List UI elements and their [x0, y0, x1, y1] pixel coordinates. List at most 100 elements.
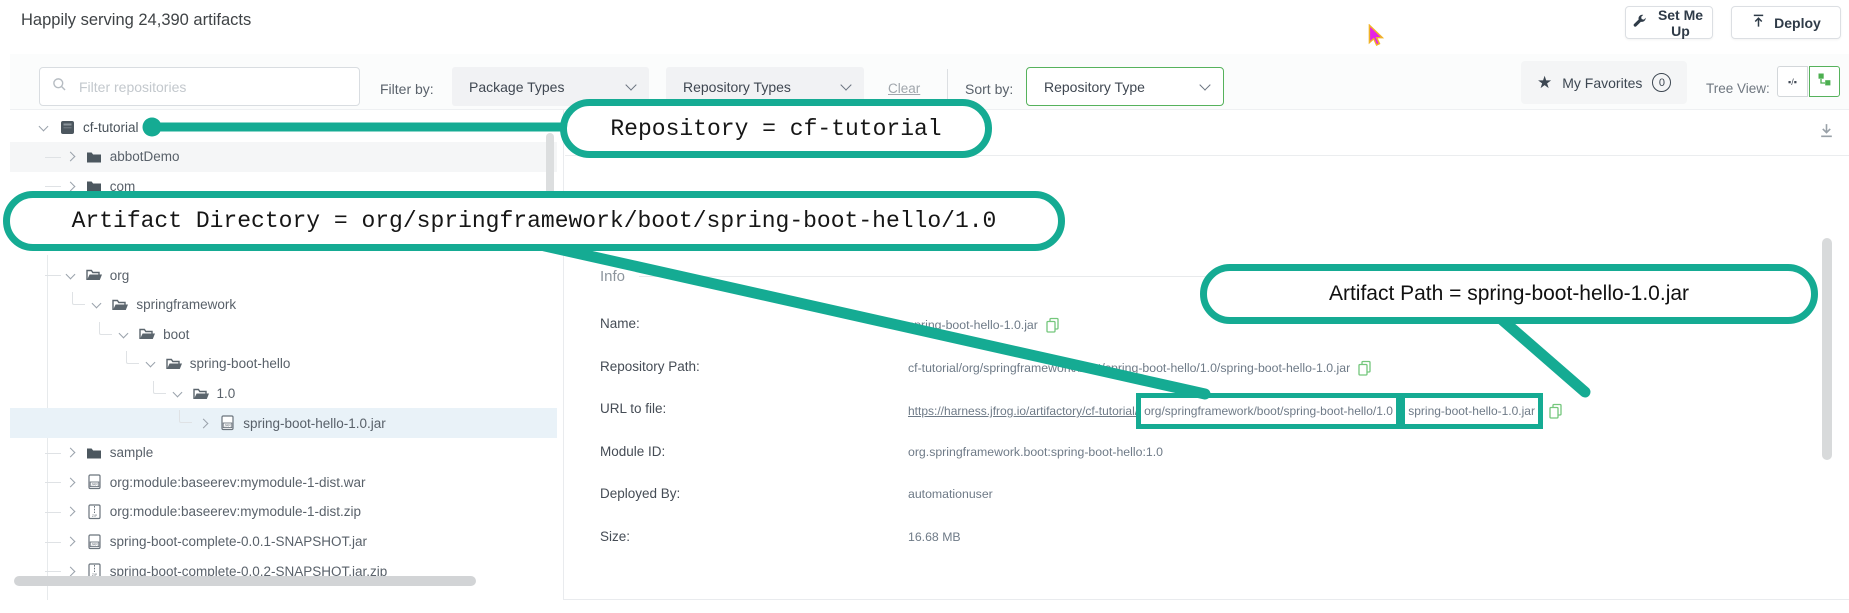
deploy-button[interactable]: Deploy: [1731, 6, 1841, 39]
chevron-down-icon[interactable]: [92, 299, 102, 309]
svg-text:JAR: JAR: [91, 542, 98, 546]
my-favorites-button[interactable]: ★ My Favorites 0: [1521, 61, 1687, 104]
artifact-directory-callout: Artifact Directory = org/springframework…: [3, 191, 1065, 251]
jar-file-icon: JAR: [219, 415, 236, 432]
chevron-right-icon[interactable]: [65, 152, 75, 162]
tree-horizontal-scrollbar[interactable]: [14, 576, 476, 586]
chevron-right-icon[interactable]: [65, 507, 75, 517]
tree-item[interactable]: cf-tutorial: [10, 112, 557, 142]
clear-filters-link[interactable]: Clear: [888, 81, 920, 96]
folder-icon: [86, 444, 103, 461]
set-me-up-label: Set Me Up: [1655, 7, 1706, 39]
tree-item-label: springframework: [136, 297, 236, 312]
tree-item[interactable]: spring-boot-hello: [10, 349, 557, 379]
tree-item-label: cf-tutorial: [83, 120, 139, 135]
tree-connector: [99, 322, 112, 335]
chevron-down-icon[interactable]: [172, 388, 182, 398]
jar-file-icon: JAR: [86, 533, 103, 550]
tree-item-label: spring-boot-hello-1.0.jar: [243, 416, 386, 431]
tree-item-label: spring-boot-complete-0.0.1-SNAPSHOT.jar: [110, 534, 367, 549]
tree-item-label: 1.0: [217, 386, 236, 401]
sort-by-label: Sort by:: [965, 81, 1013, 97]
flat-view-icon: ▪/▪: [1788, 77, 1797, 87]
tree-item[interactable]: 1.0: [10, 379, 557, 409]
chevron-down-icon[interactable]: [39, 121, 49, 131]
tree-connector: [126, 351, 139, 364]
wrench-icon: [1632, 14, 1647, 32]
folder-icon: [86, 148, 103, 165]
flat-view-toggle[interactable]: ▪/▪: [1777, 66, 1808, 97]
chevron-right-icon[interactable]: [65, 537, 75, 547]
artifact-path-highlight-box: spring-boot-hello-1.0.jar: [1400, 393, 1543, 429]
search-input[interactable]: [77, 78, 347, 96]
field-label: Repository Path:: [600, 359, 700, 374]
tree-item[interactable]: boot: [10, 320, 557, 350]
tree-connector: [45, 157, 61, 158]
jar-file-icon: JAR: [86, 474, 103, 491]
artifact-directory-highlight-box: org/springframework/boot/spring-boot-hel…: [1136, 393, 1401, 429]
info-field-row: Repository Path: cf-tutorial/org/springfr…: [600, 359, 1830, 379]
tree-item[interactable]: sample: [10, 438, 557, 468]
sort-by-dropdown[interactable]: Repository Type: [1026, 67, 1224, 106]
chevron-right-icon[interactable]: [65, 181, 75, 191]
download-icon[interactable]: [1818, 122, 1835, 144]
repository-tree-panel: cf-tutorialabbotDemocomorgspringframewor…: [10, 110, 564, 600]
tree-item-label: org:module:baseerev:mymodule-1-dist.zip: [110, 504, 361, 519]
filter-by-label: Filter by:: [380, 81, 434, 97]
tree-item[interactable]: JAR spring-boot-hello-1.0.jar: [10, 408, 557, 438]
chevron-right-icon[interactable]: [199, 418, 209, 428]
favorites-count-badge: 0: [1652, 73, 1671, 92]
copy-icon[interactable]: [1357, 360, 1372, 376]
field-value: spring-boot-hello-1.0.jar: [908, 317, 1060, 333]
chevron-down-icon[interactable]: [119, 328, 129, 338]
field-value-text: org.springframework.boot:spring-boot-hel…: [908, 445, 1163, 459]
tree-item-label: spring-boot-hello: [190, 356, 291, 371]
tree-connector: [45, 482, 61, 483]
folder-open-icon: [86, 267, 103, 284]
info-field-row: URL to file: https://harness.jfrog.io/art…: [600, 401, 1830, 421]
folder-open-icon: [166, 355, 183, 372]
file-url-link[interactable]: https://harness.jfrog.io/artifactory/cf-…: [908, 402, 1541, 420]
field-label: Size:: [600, 529, 630, 544]
tree-connector: [45, 453, 61, 454]
repo-icon: [59, 119, 76, 136]
set-me-up-button[interactable]: Set Me Up: [1625, 6, 1713, 39]
url-prefix: https://harness.jfrog.io/artifactory/cf-…: [908, 404, 1138, 418]
tree-connector: [45, 186, 61, 187]
field-value-text: automationuser: [908, 487, 993, 501]
field-value-text: 16.68 MB: [908, 530, 961, 544]
tree-connector: [153, 381, 166, 394]
detail-vertical-scrollbar[interactable]: [1822, 238, 1832, 460]
info-field-row: Module ID: org.springframework.boot:sprin…: [600, 444, 1830, 464]
field-label: Name:: [600, 316, 640, 331]
tree-item[interactable]: JARorg:module:baseerev:mymodule-1-dist.w…: [10, 468, 557, 498]
chevron-down-icon[interactable]: [65, 269, 75, 279]
tree-item[interactable]: ZIPorg:module:baseerev:mymodule-1-dist.z…: [10, 497, 557, 527]
field-value: cf-tutorial/org/springframework/boot/spr…: [908, 360, 1372, 376]
field-value-text: spring-boot-hello-1.0.jar: [908, 318, 1038, 332]
repository-search[interactable]: [39, 67, 360, 106]
tree-item[interactable]: JAR spring-boot-complete-0.0.1-SNAPSHOT.j…: [10, 527, 557, 557]
tree-item[interactable]: abbotDemo: [10, 142, 557, 172]
tree-item[interactable]: springframework: [10, 290, 557, 320]
copy-icon[interactable]: [1045, 317, 1060, 333]
tree-item-label: sample: [110, 445, 154, 460]
chevron-down-icon[interactable]: [145, 358, 155, 368]
field-label: Module ID:: [600, 444, 665, 459]
field-value: 16.68 MB: [908, 530, 961, 544]
tree-connector: [179, 410, 192, 423]
chevron-right-icon[interactable]: [65, 477, 75, 487]
tree-connector: [72, 292, 85, 305]
tree-connector: [45, 571, 61, 572]
chevron-right-icon[interactable]: [65, 448, 75, 458]
tree-item-label: abbotDemo: [110, 149, 180, 164]
tree-view-toggle[interactable]: [1809, 66, 1840, 97]
star-icon: ★: [1537, 74, 1552, 91]
tree-item-label: org: [110, 268, 130, 283]
field-label: URL to file:: [600, 401, 666, 416]
tree-item[interactable]: org: [10, 260, 557, 290]
tree-view-icon: [1817, 72, 1832, 92]
chevron-down-icon: [840, 79, 851, 90]
copy-icon[interactable]: [1548, 403, 1563, 419]
chevron-right-icon[interactable]: [65, 566, 75, 576]
